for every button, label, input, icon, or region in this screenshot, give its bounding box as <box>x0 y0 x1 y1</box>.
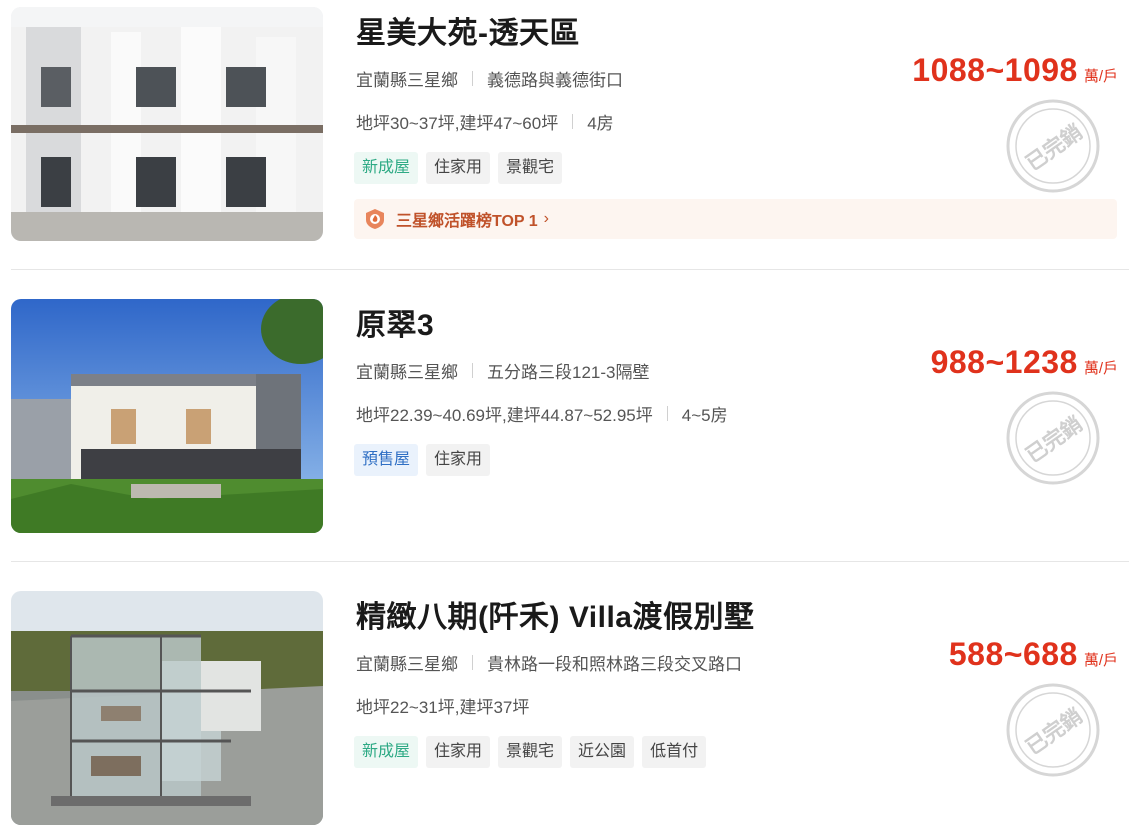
svg-text:已完銷: 已完銷 <box>1021 412 1086 468</box>
tag: 住家用 <box>426 152 491 184</box>
listing-area: 地坪22.39~40.69坪,建坪44.87~52.95坪 <box>356 406 653 425</box>
separator <box>666 406 668 421</box>
price-value: 588~688 <box>948 636 1078 672</box>
listing-location: 宜蘭縣三星鄉 義德路與義德街口 <box>356 66 623 91</box>
listing-price: 1088~1098 萬/戶 <box>912 52 1118 89</box>
tag: 預售屋 <box>354 444 419 476</box>
ranking-link[interactable]: 三星鄉活躍榜TOP 1 › <box>354 199 1117 239</box>
listing-county: 宜蘭縣三星鄉 <box>356 363 458 382</box>
listing-title[interactable]: 精緻八期(阡禾) Villa渡假別墅 <box>356 592 754 636</box>
tag: 景觀宅 <box>498 736 563 768</box>
separator <box>572 114 574 129</box>
separator <box>472 655 473 670</box>
listing-county: 宜蘭縣三星鄉 <box>356 71 458 90</box>
listing-rooms: 4~5房 <box>681 406 728 425</box>
separator <box>472 363 473 378</box>
listing-specs: 地坪22.39~40.69坪,建坪44.87~52.95坪 4~5房 <box>356 401 728 426</box>
price-unit: 萬/戶 <box>1083 360 1118 377</box>
listing-photo[interactable] <box>11 299 323 533</box>
tag: 新成屋 <box>354 736 419 768</box>
listing-county: 宜蘭縣三星鄉 <box>356 655 458 674</box>
listing-rooms: 4房 <box>587 114 614 133</box>
svg-text:已完銷: 已完銷 <box>1021 120 1086 176</box>
listing-title[interactable]: 星美大苑-透天區 <box>356 8 580 52</box>
separator <box>472 71 473 86</box>
listing-area: 地坪30~37坪,建坪47~60坪 <box>356 114 559 133</box>
listing-area: 地坪22~31坪,建坪37坪 <box>356 698 530 717</box>
listing-address: 義德路與義德街口 <box>487 71 623 90</box>
tag: 新成屋 <box>354 152 419 184</box>
listing-location: 宜蘭縣三星鄉 貴林路一段和照林路三段交叉路口 <box>356 650 742 675</box>
svg-text:已完銷: 已完銷 <box>1021 704 1086 760</box>
price-unit: 萬/戶 <box>1083 68 1118 85</box>
price-value: 988~1238 <box>930 344 1078 380</box>
tag: 近公園 <box>570 736 635 768</box>
tag: 低首付 <box>642 736 707 768</box>
sold-out-stamp-icon: 已完銷 <box>1006 683 1100 777</box>
listing-address: 五分路三段121-3隔壁 <box>487 363 650 382</box>
chevron-right-icon: › <box>543 210 549 227</box>
listing-price: 988~1238 萬/戶 <box>931 344 1118 381</box>
listing-price: 588~688 萬/戶 <box>949 636 1118 673</box>
tag: 住家用 <box>426 444 491 476</box>
sold-out-stamp-icon: 已完銷 <box>1006 99 1100 193</box>
listing-tags: 預售屋 住家用 <box>354 444 491 476</box>
listing-specs: 地坪30~37坪,建坪47~60坪 4房 <box>356 109 614 134</box>
listing-location: 宜蘭縣三星鄉 五分路三段121-3隔壁 <box>356 358 649 383</box>
sold-out-stamp-icon: 已完銷 <box>1006 391 1100 485</box>
listing-photo[interactable] <box>11 591 323 825</box>
listing-title[interactable]: 原翠3 <box>356 300 434 344</box>
ranking-text[interactable]: 三星鄉活躍榜TOP 1 <box>396 207 538 231</box>
listing-divider <box>11 561 1129 562</box>
listing-tags: 新成屋 住家用 景觀宅 <box>354 152 563 184</box>
listing-specs: 地坪22~31坪,建坪37坪 <box>356 693 529 718</box>
listing-address: 貴林路一段和照林路三段交叉路口 <box>487 655 742 674</box>
price-value: 1088~1098 <box>912 52 1078 88</box>
listing-photo[interactable] <box>11 7 323 241</box>
tag: 景觀宅 <box>498 152 563 184</box>
listing-divider <box>11 269 1129 270</box>
price-unit: 萬/戶 <box>1083 652 1118 669</box>
tag: 住家用 <box>426 736 491 768</box>
trophy-badge-icon <box>366 209 384 229</box>
listing-tags: 新成屋 住家用 景觀宅 近公園 低首付 <box>354 736 707 768</box>
